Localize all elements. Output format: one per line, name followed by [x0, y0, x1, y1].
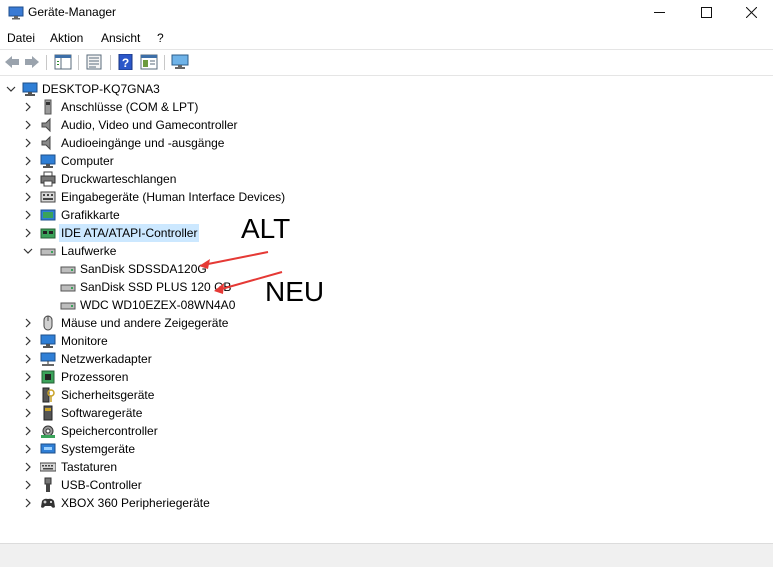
arrow-to-neu-drive	[214, 271, 283, 294]
status-bar	[0, 543, 773, 567]
annotation-arrows	[199, 251, 283, 294]
arrow-to-alt-drive	[199, 251, 269, 269]
